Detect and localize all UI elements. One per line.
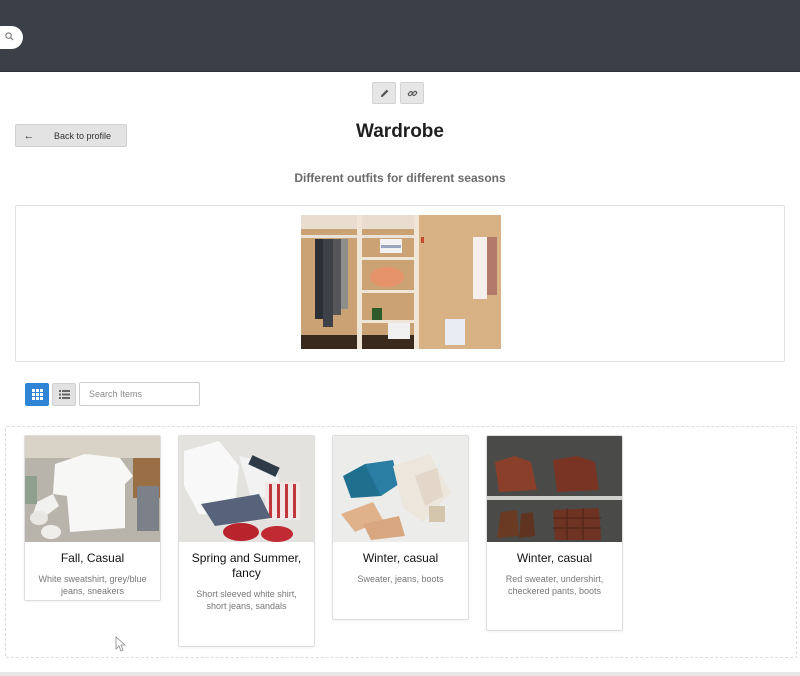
item-description: Short sleeved white shirt, short jeans, … <box>196 589 297 611</box>
cover-image-container <box>15 205 785 362</box>
item-card[interactable]: Spring and Summer, fancy Short sleeved w… <box>178 435 315 647</box>
page-subtitle: Different outfits for different seasons <box>294 171 506 185</box>
link-button[interactable] <box>400 82 424 104</box>
search-icon <box>5 32 14 41</box>
item-title: Spring and Summer, fancy <box>191 551 302 580</box>
item-description: Red sweater, undershirt, checkered pants… <box>505 574 604 596</box>
pencil-icon <box>380 89 388 97</box>
list-view-button[interactable] <box>52 382 76 406</box>
item-title: Winter, casual <box>516 551 593 565</box>
item-card[interactable]: Winter, casual Sweater, jeans, boots <box>332 435 469 620</box>
item-image <box>487 436 622 542</box>
mouse-cursor-icon <box>115 636 126 652</box>
item-description: White sweatshirt, grey/blue jeans, sneak… <box>38 574 147 596</box>
items-grid: Fall, Casual White sweatshirt, grey/blue… <box>5 426 797 658</box>
page-bottom-divider <box>0 672 800 676</box>
item-image <box>179 436 314 542</box>
wardrobe-tools <box>372 82 424 104</box>
search-button[interactable] <box>0 26 23 49</box>
item-description: Sweater, jeans, boots <box>357 574 444 584</box>
list-icon <box>58 389 70 399</box>
page-title: Wardrobe <box>356 121 444 142</box>
grid-icon <box>31 388 43 400</box>
item-image <box>333 436 468 542</box>
edit-button[interactable] <box>372 82 396 104</box>
view-controls <box>25 382 200 406</box>
item-image <box>25 436 160 542</box>
search-items-input[interactable] <box>79 382 200 406</box>
item-card[interactable]: Fall, Casual White sweatshirt, grey/blue… <box>24 435 161 601</box>
link-icon <box>407 90 417 96</box>
grid-view-button[interactable] <box>25 382 49 406</box>
item-card[interactable]: Winter, casual Red sweater, undershirt, … <box>486 435 623 631</box>
wardrobe-cover-image <box>301 215 501 349</box>
item-title: Winter, casual <box>362 551 439 565</box>
item-title: Fall, Casual <box>60 551 125 565</box>
top-navigation-bar <box>0 0 800 72</box>
